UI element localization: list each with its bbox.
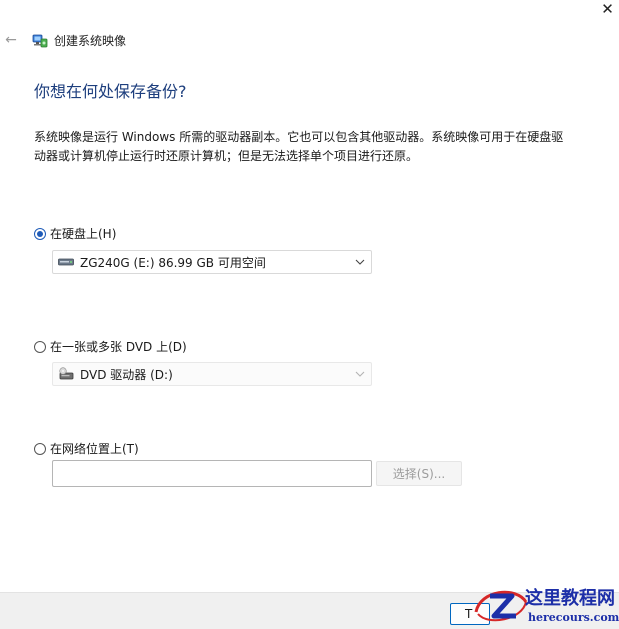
close-button[interactable]: ✕ (596, 0, 619, 18)
radio-network[interactable]: 在网络位置上(T) (34, 441, 139, 457)
dvd-dropdown[interactable]: DVD 驱动器 (D:) (52, 362, 372, 386)
radio-dvd[interactable]: 在一张或多张 DVD 上(D) (34, 339, 187, 355)
radio-hard-disk-label: 在硬盘上(H) (50, 227, 117, 241)
radio-dvd-label: 在一张或多张 DVD 上(D) (50, 340, 187, 354)
chevron-down-icon (355, 371, 365, 377)
close-icon: ✕ (601, 0, 614, 18)
radio-dvd-indicator[interactable] (34, 341, 46, 353)
back-button[interactable]: ← (2, 31, 20, 49)
radio-hard-disk-indicator[interactable] (34, 228, 46, 240)
hard-drive-icon (58, 258, 74, 266)
chevron-down-icon (355, 259, 365, 265)
page-heading: 你想在何处保存备份? (34, 82, 187, 101)
back-arrow-icon: ← (5, 32, 17, 48)
browse-button[interactable]: 选择(S)... (376, 461, 462, 486)
hard-disk-dropdown-value: ZG240G (E:) 86.99 GB 可用空间 (80, 255, 266, 270)
dvd-dropdown-value: DVD 驱动器 (D:) (80, 367, 173, 382)
description-text: 系统映像是运行 Windows 所需的驱动器副本。它也可以包含其他驱动器。系统映… (34, 130, 564, 163)
radio-network-label: 在网络位置上(T) (50, 442, 139, 456)
hard-disk-dropdown[interactable]: ZG240G (E:) 86.99 GB 可用空间 (52, 250, 372, 274)
radio-network-indicator[interactable] (34, 443, 46, 455)
radio-hard-disk[interactable]: 在硬盘上(H) (34, 226, 116, 242)
watermark-title: 这里教程网 (525, 588, 615, 609)
system-image-backup-icon (32, 34, 48, 48)
dvd-drive-icon (59, 367, 74, 380)
window-title: 创建系统映像 (54, 34, 127, 48)
watermark-logo-icon (474, 590, 528, 622)
network-path-input[interactable] (52, 460, 372, 487)
watermark-url: herecours.com (528, 611, 619, 624)
